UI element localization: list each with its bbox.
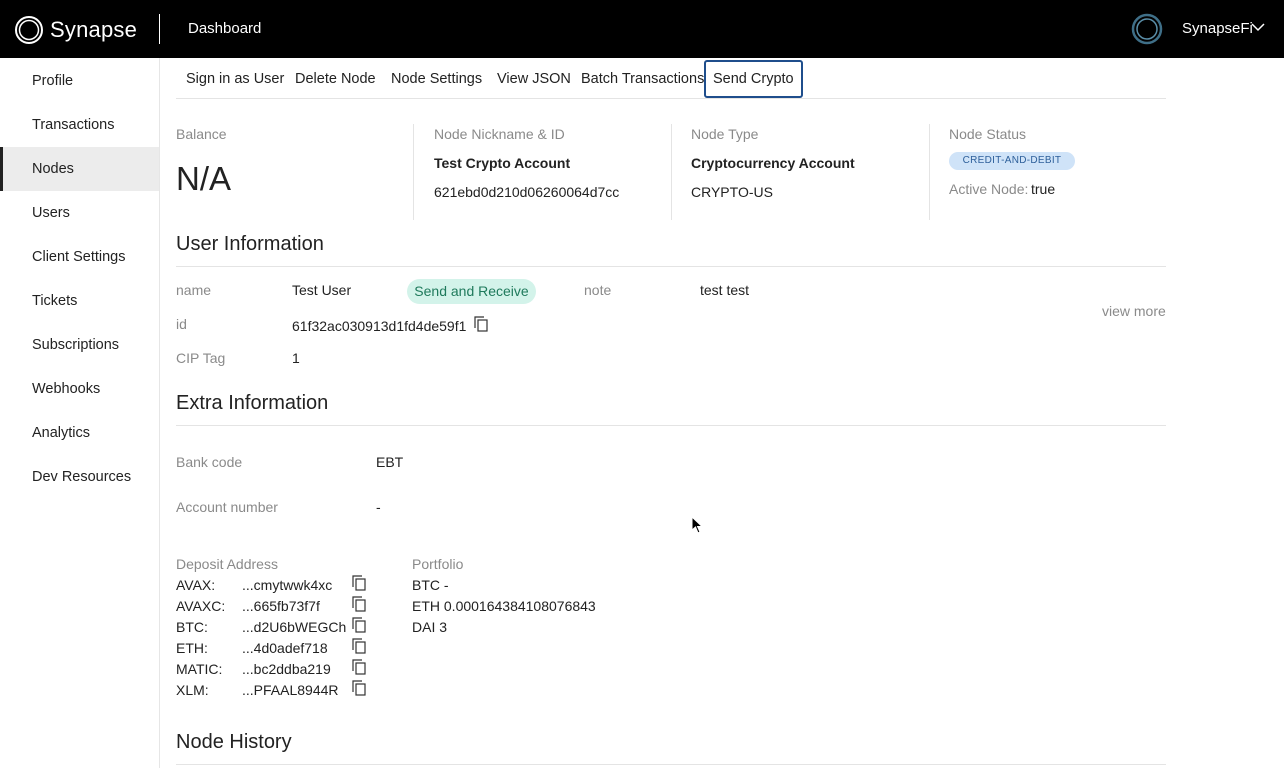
deposit-coin: XLM: xyxy=(176,682,209,698)
portfolio-item: BTC - xyxy=(412,577,449,593)
nickname-label: Node Nickname & ID xyxy=(434,126,565,142)
balance-label: Balance xyxy=(176,126,227,142)
section-divider xyxy=(176,266,1166,267)
deposit-coin: AVAXC: xyxy=(176,598,226,614)
deposit-coin: ETH: xyxy=(176,640,208,656)
org-name[interactable]: SynapseFi xyxy=(1182,20,1253,37)
user-information-title: User Information xyxy=(176,233,324,255)
name-label: name xyxy=(176,282,212,298)
copy-icon[interactable] xyxy=(474,316,488,332)
portfolio-item: DAI 3 xyxy=(412,619,448,635)
sidebar-item-transactions[interactable]: Transactions xyxy=(0,103,159,147)
user-note: test test xyxy=(700,282,750,298)
sidebar-item-subscriptions[interactable]: Subscriptions xyxy=(0,323,159,367)
org-avatar-icon[interactable] xyxy=(1131,13,1163,45)
cip-tag-label: CIP Tag xyxy=(176,350,226,366)
cip-tag: 1 xyxy=(292,350,300,366)
node-id: 621ebd0d210d06260064d7cc xyxy=(434,184,620,200)
sidebar-item-profile[interactable]: Profile xyxy=(0,59,159,103)
divider xyxy=(413,124,414,220)
view-more-link[interactable]: view more xyxy=(1102,303,1166,319)
user-id: 61f32ac030913d1fd4de59f1 xyxy=(292,318,467,334)
mouse-cursor-icon xyxy=(691,516,703,534)
node-actions-bar: Sign in as User Delete Node Node Setting… xyxy=(176,60,1166,99)
deposit-coin: BTC: xyxy=(176,619,208,635)
portfolio-item: ETH 0.000164384108076843 xyxy=(412,598,596,614)
sidebar-item-dev-resources[interactable]: Dev Resources xyxy=(0,455,159,499)
top-bar: Synapse Dashboard SynapseFi xyxy=(0,0,1284,58)
view-json-button[interactable]: View JSON xyxy=(497,60,571,98)
page-title: Dashboard xyxy=(188,20,262,37)
id-label: id xyxy=(176,316,187,332)
deposit-address: ...4d0adef718 xyxy=(242,640,328,656)
deposit-address: ...d2U6bWEGCh xyxy=(242,619,347,635)
sign-in-as-user-button[interactable]: Sign in as User xyxy=(186,60,284,98)
deposit-coin: MATIC: xyxy=(176,661,223,677)
node-type-label: Node Type xyxy=(691,126,759,142)
logo-text: Synapse xyxy=(50,17,138,42)
sidebar-item-webhooks[interactable]: Webhooks xyxy=(0,367,159,411)
copy-icon[interactable] xyxy=(352,680,366,696)
batch-transactions-button[interactable]: Batch Transactions xyxy=(581,60,704,98)
active-node-value: true xyxy=(1031,181,1056,197)
balance-value: N/A xyxy=(176,160,232,197)
note-label: note xyxy=(584,282,612,298)
node-history-title: Node History xyxy=(176,731,292,753)
deposit-address: ...bc2ddba219 xyxy=(242,661,331,677)
chevron-down-icon[interactable] xyxy=(1251,22,1265,32)
node-type: Cryptocurrency Account xyxy=(691,155,855,171)
deposit-coin: AVAX: xyxy=(176,577,216,593)
deposit-address: ...665fb73f7f xyxy=(242,598,320,614)
deposit-address: ...cmytwwk4xc xyxy=(242,577,333,593)
user-name: Test User xyxy=(292,282,352,298)
section-divider xyxy=(176,764,1166,765)
status-badge: CREDIT-AND-DEBIT xyxy=(949,152,1075,170)
send-crypto-button[interactable]: Send Crypto xyxy=(704,60,803,98)
bank-code-label: Bank code xyxy=(176,454,243,470)
node-status-label: Node Status xyxy=(949,126,1027,142)
delete-node-button[interactable]: Delete Node xyxy=(295,60,376,98)
node-settings-button[interactable]: Node Settings xyxy=(391,60,482,98)
node-nickname: Test Crypto Account xyxy=(434,155,571,171)
deposit-address-label: Deposit Address xyxy=(176,556,278,572)
deposit-address: ...PFAAL8944R xyxy=(242,682,339,698)
divider xyxy=(929,124,930,220)
bank-code: EBT xyxy=(376,454,404,470)
node-type-code: CRYPTO-US xyxy=(691,184,773,200)
account-number-label: Account number xyxy=(176,499,278,515)
portfolio-label: Portfolio xyxy=(412,556,464,572)
synapse-logo-icon xyxy=(15,16,43,44)
sidebar-item-users[interactable]: Users xyxy=(0,191,159,235)
permission-badge: Send and Receive xyxy=(407,279,536,304)
copy-icon[interactable] xyxy=(352,617,366,633)
sidebar-item-analytics[interactable]: Analytics xyxy=(0,411,159,455)
top-divider xyxy=(159,14,160,44)
sidebar-item-nodes[interactable]: Nodes xyxy=(0,147,159,191)
extra-information-title: Extra Information xyxy=(176,392,329,414)
section-divider xyxy=(176,425,1166,426)
copy-icon[interactable] xyxy=(352,659,366,675)
active-node-label: Active Node: xyxy=(949,181,1029,197)
synapse-logo[interactable]: Synapse xyxy=(14,14,137,46)
sidebar: Profile Transactions Nodes Users Client … xyxy=(0,58,160,768)
copy-icon[interactable] xyxy=(352,638,366,654)
divider xyxy=(671,124,672,220)
sidebar-item-client-settings[interactable]: Client Settings xyxy=(0,235,159,279)
sidebar-item-tickets[interactable]: Tickets xyxy=(0,279,159,323)
copy-icon[interactable] xyxy=(352,575,366,591)
copy-icon[interactable] xyxy=(352,596,366,612)
account-number: - xyxy=(376,499,381,515)
